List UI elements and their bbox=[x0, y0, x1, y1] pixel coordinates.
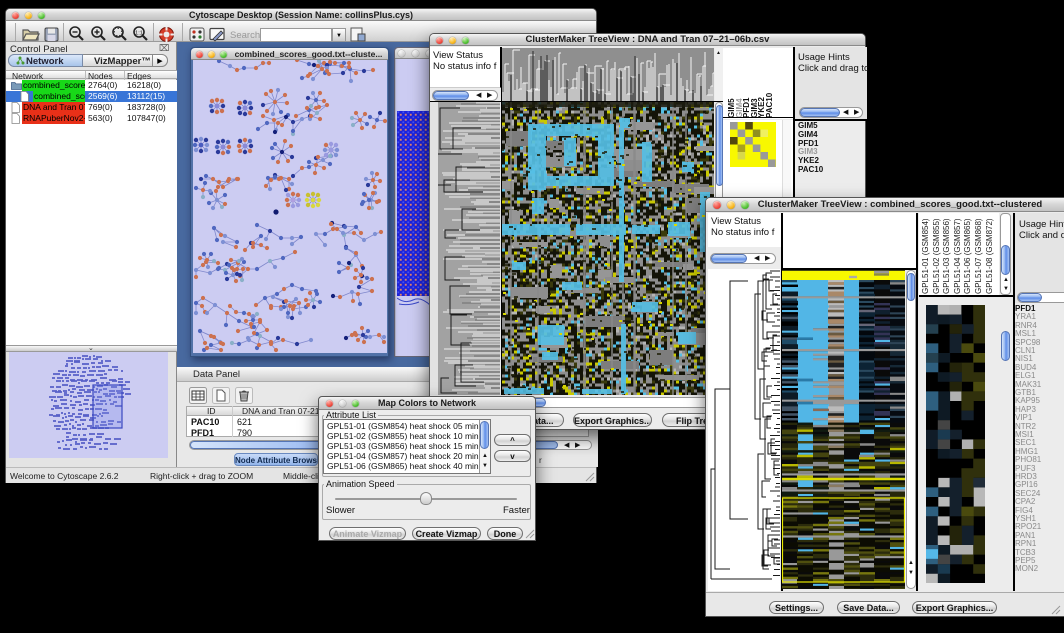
svg-text:1:1: 1:1 bbox=[135, 31, 143, 37]
